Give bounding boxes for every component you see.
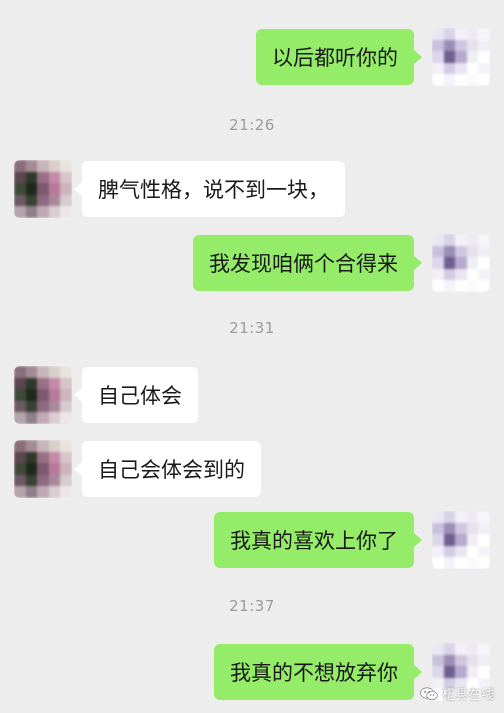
- contact-avatar[interactable]: [14, 160, 72, 218]
- message-bubble-sent[interactable]: 以后都听你的: [256, 29, 422, 85]
- message-row-sent: 以后都听你的: [0, 28, 504, 88]
- message-bubble-received[interactable]: 脾气性格，说不到一块，: [74, 161, 345, 217]
- self-avatar[interactable]: [432, 234, 490, 292]
- message-row-received: 自己会体会到的: [0, 440, 504, 500]
- contact-avatar[interactable]: [14, 366, 72, 424]
- message-bubble-sent[interactable]: 我真的喜欢上你了: [214, 512, 422, 568]
- message-text: 自己会体会到的: [98, 458, 245, 482]
- message-bubble-received[interactable]: 自己会体会到的: [74, 441, 261, 497]
- message-text: 我真的不想放弃你: [230, 661, 398, 685]
- contact-avatar[interactable]: [14, 440, 72, 498]
- message-row-received: 自己体会: [0, 366, 504, 426]
- watermark-text: 杞县在线: [441, 688, 494, 703]
- self-avatar[interactable]: [432, 28, 490, 86]
- message-text: 自己体会: [98, 384, 182, 408]
- message-text: 脾气性格，说不到一块，: [98, 178, 329, 202]
- wechat-official-account-icon: [420, 687, 438, 701]
- self-avatar[interactable]: [432, 511, 490, 569]
- message-row-received: 脾气性格，说不到一块，: [0, 160, 504, 220]
- message-row-sent: 我真的喜欢上你了: [0, 511, 504, 571]
- message-bubble-received[interactable]: 自己体会: [74, 367, 198, 423]
- timestamp: 21:26: [229, 116, 275, 134]
- message-text: 我真的喜欢上你了: [230, 529, 398, 553]
- chat-thread: 以后都听你的 21:26 脾气性格，说不到一块， 我发现咱俩个合得来 21:31…: [0, 0, 504, 713]
- timestamp: 21:31: [229, 319, 275, 337]
- message-text: 以后都听你的: [272, 46, 398, 70]
- message-bubble-sent[interactable]: 我真的不想放弃你: [214, 644, 422, 700]
- message-bubble-sent[interactable]: 我发现咱俩个合得来: [193, 235, 422, 291]
- timestamp: 21:37: [229, 597, 275, 615]
- watermark: 杞县在线: [420, 684, 494, 703]
- message-text: 我发现咱俩个合得来: [209, 252, 398, 276]
- message-row-sent: 我发现咱俩个合得来: [0, 234, 504, 294]
